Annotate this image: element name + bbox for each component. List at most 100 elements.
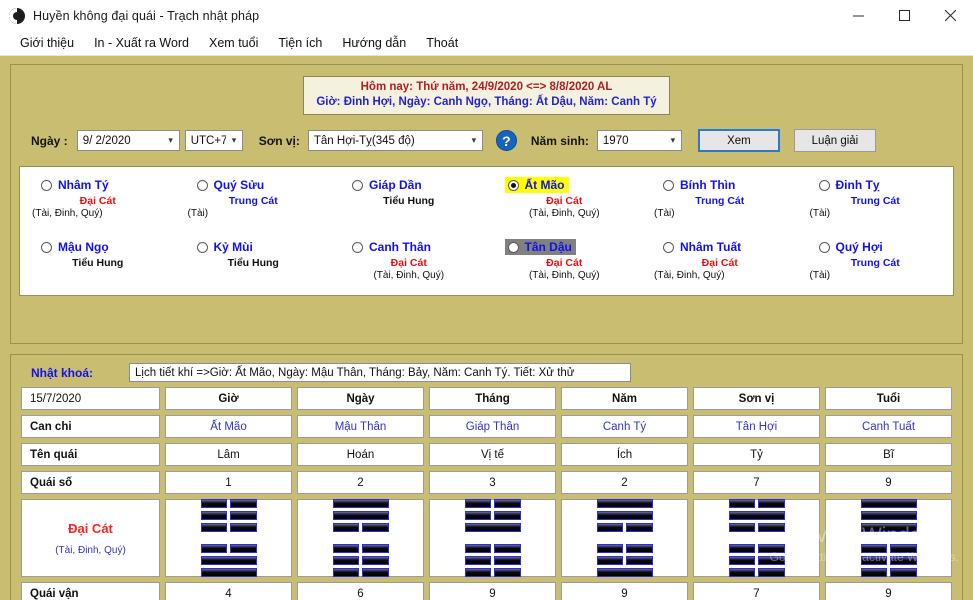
close-button[interactable] [927,0,973,31]
radio-option-mau-ngo[interactable]: Mậu Ngọ Tiểu Hung [20,239,176,301]
menu-item-tien-ich[interactable]: Tiện ích [268,33,332,53]
radio-button-icon[interactable] [41,241,52,253]
timezone-select[interactable]: UTC+7 ▾ [184,130,243,151]
table-canchi-cell: Canh Tuất [825,415,952,438]
hexagram-line-segment [758,523,785,532]
menu-item-gioi-thieu[interactable]: Giới thiệu [10,33,84,53]
radio-option-head[interactable]: Đinh Tỵ [816,177,884,193]
radio-option-note: (Tài, Đinh, Quý) [528,270,600,281]
radio-option-at-mao[interactable]: Ất Mão Đại Cát (Tài, Đinh, Quý) [487,177,643,239]
hexagram-line-broken [860,568,917,577]
radio-option-quy-hoi[interactable]: Quý Hợi Trung Cát (Tài) [798,239,954,301]
table-quaiso-cell: 7 [693,471,820,494]
radio-option-nham-tuat[interactable]: Nhâm Tuất Đại Cát (Tài, Đinh, Quý) [642,239,798,301]
hexagram-line-segment [200,499,227,508]
radio-button-icon[interactable] [507,179,519,191]
radio-option-head[interactable]: Mậu Ngọ [38,239,113,255]
hexagram-line-segment [596,511,653,520]
radio-option-giap-dan[interactable]: Giáp Dần Tiểu Hung [331,177,487,239]
radio-option-head[interactable]: Canh Thân [349,239,435,255]
help-icon[interactable]: ? [495,130,517,151]
radio-button-icon[interactable] [352,241,363,253]
hexagram-line-segment [230,544,257,553]
menu-item-xem-tuoi[interactable]: Xem tuổi [199,33,268,53]
radio-option-rank: Đại Cát [701,257,738,269]
table-tenquai-cell: Tỷ [693,443,820,466]
table-canchi-cell: Tân Hợi [693,415,820,438]
radio-option-head[interactable]: Bính Thìn [660,177,739,193]
hexagram-line-segment [464,544,491,553]
radio-option-head[interactable]: Quý Hợi [816,239,887,255]
radio-option-quy-suu[interactable]: Quý Sửu Trung Cát (Tài) [176,177,332,239]
radio-option-label: Quý Hợi [835,240,883,254]
sonvi-select[interactable]: Tân Hợi-Tỵ(345 độ) ▾ [307,130,483,151]
rank-summary-sub: (Tài, Đinh, Quý) [55,544,126,556]
table-row-tenquai: Tên quái Lâm Hoán Vị tế Ích Tỷ Bĩ [21,443,952,466]
hexagram-line-segment [728,556,755,565]
hexagram-line-segment [200,523,227,532]
hexagram-line-segment [758,544,785,553]
hexagram-line-segment [200,556,257,565]
hexagram-line-broken [332,556,389,565]
radio-button-icon[interactable] [41,179,52,191]
radio-option-head[interactable]: Nhâm Tuất [660,239,745,255]
birthyear-select[interactable]: 1970 ▾ [596,130,682,151]
hexagram-line-segment [494,499,521,508]
radio-button-icon[interactable] [818,179,830,191]
table-quaiso-cell: 1 [165,471,292,494]
radio-option-ky-mui[interactable]: Kỷ Mùi Tiểu Hung [176,239,332,301]
radio-option-binh-thin[interactable]: Bính Thìn Trung Cát (Tài) [642,177,798,239]
hexagram-cell [165,499,292,577]
radio-option-label: Đinh Tỵ [835,178,880,192]
radio-option-head[interactable]: Nhâm Tý [38,177,113,193]
radio-button-icon[interactable] [663,179,674,191]
table-tenquai-cell: Tên quái [21,443,160,466]
chevron-down-icon: ▾ [168,135,173,145]
hexagram-line-broken [860,556,917,565]
hexagram-line-broken [728,556,785,565]
menu-item-huong-dan[interactable]: Hướng dẫn [332,33,416,53]
hexagram-line-broken [728,544,785,553]
hexagram-line-broken [200,511,257,520]
maximize-button[interactable] [881,0,927,31]
view-button[interactable]: Xem [697,129,780,152]
hexagram-line-segment [728,523,755,532]
radio-option-label: Nhâm Tý [58,178,109,192]
interpret-button[interactable]: Luận giải [793,129,876,152]
radio-button-icon[interactable] [818,241,830,253]
radio-option-head[interactable]: Ất Mão [504,177,569,193]
minimize-button[interactable] [835,0,881,31]
radio-option-label: Mậu Ngọ [58,240,109,254]
hexagram-line-segment [860,523,917,532]
radio-button-icon[interactable] [196,179,208,191]
rank-summary-main: Đại Cát [68,520,113,536]
radio-option-head[interactable]: Quý Sửu [194,177,269,193]
radio-option-note: (Tài, Đinh, Quý) [654,270,725,281]
radio-option-tan-dau[interactable]: Tân Dậu Đại Cát (Tài, Đinh, Quý) [487,239,643,301]
radio-button-icon[interactable] [663,241,674,253]
radio-option-label: Ất Mão [524,178,565,192]
radio-option-dinh-ty[interactable]: Đinh Tỵ Trung Cát (Tài) [798,177,954,239]
radio-option-canh-than[interactable]: Canh Thân Đại Cát (Tài, Đinh, Quý) [331,239,487,301]
radio-option-nham-ty[interactable]: Nhâm Tý Đại Cát (Tài, Đinh, Quý) [20,177,176,239]
menu-item-in-xuat-ra-word[interactable]: In - Xuất ra Word [84,33,199,53]
hexagram-line-segment [332,523,359,532]
hexagram-line-segment [494,544,521,553]
radio-button-icon[interactable] [352,179,363,191]
hexagram-line-segment [200,544,227,553]
radio-button-icon[interactable] [196,241,208,253]
radio-option-head[interactable]: Giáp Dần [349,177,426,193]
radio-option-label: Tân Dậu [524,240,572,254]
table-header-cell: Sơn vị [693,387,820,410]
radio-option-head[interactable]: Kỷ Mùi [194,239,257,255]
date-select[interactable]: 9/ 2/2020 ▾ [76,130,180,151]
hexagram-line-segment [626,523,653,532]
table-row-quaivan: Quái vận 4 6 9 9 7 9 [21,582,952,600]
date-label: Ngày : [31,133,68,148]
radio-button-icon[interactable] [507,241,519,253]
hexagram-line-segment [758,568,785,577]
menu-item-thoat[interactable]: Thoát [416,33,468,53]
table-header-cell: Tuổi [825,387,952,410]
hexagram-line-segment [362,556,389,565]
radio-option-head[interactable]: Tân Dậu [504,239,576,255]
